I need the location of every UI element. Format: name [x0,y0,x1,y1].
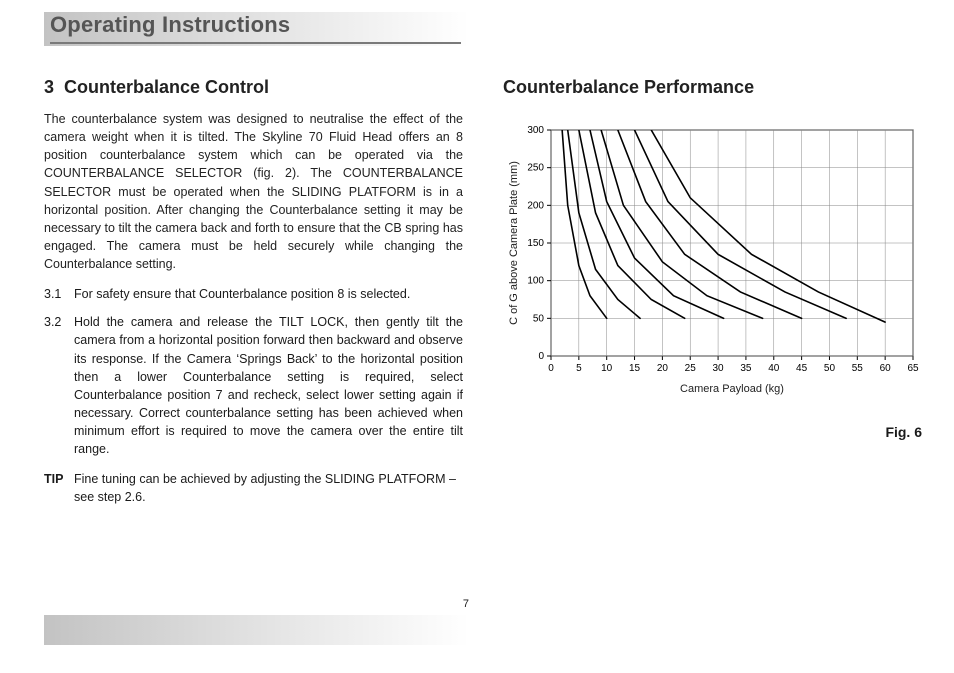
svg-text:40: 40 [768,363,780,374]
step-item: 3.2 Hold the camera and release the TILT… [44,313,463,458]
svg-text:25: 25 [685,363,697,374]
figure-label: Fig. 6 [503,422,922,442]
step-list: 3.1 For safety ensure that Counterbalanc… [44,285,463,458]
chart: 0 5 10 15 20 25 30 35 40 45 50 55 60 65 0 50 100 150 200 25… [503,120,922,400]
section-title: Counterbalance Control [64,77,269,97]
svg-text:65: 65 [907,363,919,374]
page-title: Operating Instructions [50,9,461,44]
header-band: Operating Instructions [44,12,469,46]
section-heading: 3 Counterbalance Control [44,74,463,100]
step-text: For safety ensure that Counterbalance po… [74,285,463,303]
step-number: 3.2 [44,313,74,458]
svg-text:0: 0 [548,363,554,374]
tip-block: TIP Fine tuning can be achieved by adjus… [44,470,463,506]
svg-text:5: 5 [576,363,582,374]
content-columns: 3 Counterbalance Control The counterbalan… [44,74,922,517]
svg-text:30: 30 [713,363,725,374]
svg-text:50: 50 [533,313,545,324]
svg-text:10: 10 [601,363,613,374]
intro-paragraph: The counterbalance system was designed t… [44,110,463,273]
page-number: 7 [44,597,469,613]
svg-text:55: 55 [852,363,864,374]
svg-text:60: 60 [880,363,892,374]
tip-label: TIP [44,470,74,506]
svg-text:0: 0 [538,351,544,362]
step-item: 3.1 For safety ensure that Counterbalanc… [44,285,463,303]
chart-title: Counterbalance Performance [503,74,922,100]
footer-band [44,615,469,645]
svg-text:100: 100 [527,276,544,287]
tip-text: Fine tuning can be achieved by adjusting… [74,470,463,506]
svg-text:C of G above Camera Plate (mm): C of G above Camera Plate (mm) [508,161,520,325]
svg-text:35: 35 [740,363,752,374]
right-column: Counterbalance Performance 0 5 10 15 20 25 30 3… [503,74,922,517]
svg-text:45: 45 [796,363,808,374]
left-column: 3 Counterbalance Control The counterbalan… [44,74,463,517]
section-number: 3 [44,74,54,100]
svg-text:150: 150 [527,238,544,249]
page: Operating Instructions 3 Counterbalance C… [0,0,954,673]
svg-text:50: 50 [824,363,836,374]
svg-text:15: 15 [629,363,641,374]
svg-text:20: 20 [657,363,669,374]
svg-text:Camera Payload (kg): Camera Payload (kg) [680,383,784,395]
step-text: Hold the camera and release the TILT LOC… [74,313,463,458]
svg-text:300: 300 [527,125,544,136]
svg-text:200: 200 [527,200,544,211]
step-number: 3.1 [44,285,74,303]
svg-text:250: 250 [527,163,544,174]
chart-svg: 0 5 10 15 20 25 30 35 40 45 50 55 60 65 0 50 100 150 200 25… [503,120,923,400]
